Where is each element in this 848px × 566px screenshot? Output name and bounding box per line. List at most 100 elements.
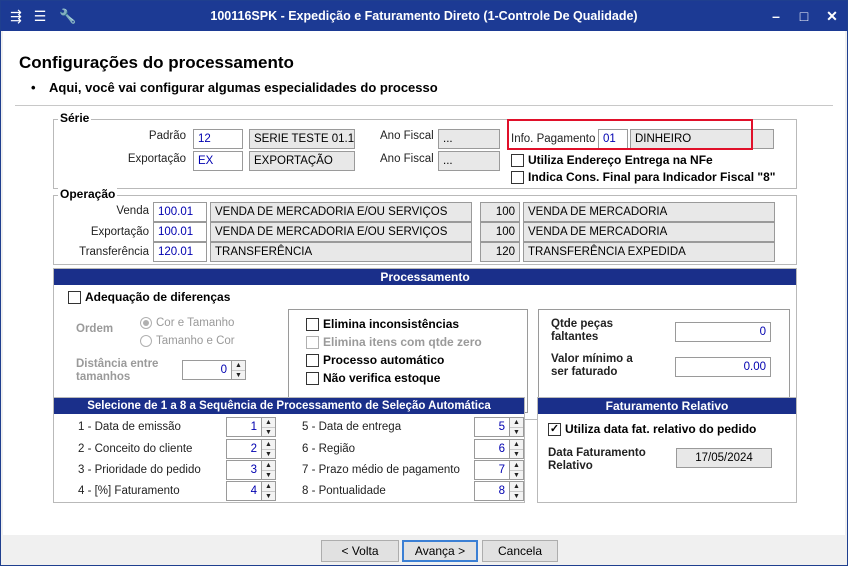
operacao-transferencia-code2: 120 bbox=[480, 242, 520, 262]
operacao-exportacao-desc: VENDA DE MERCADORIA E/OU SERVIÇOS bbox=[210, 222, 472, 242]
stepper-arrows[interactable]: ▲ ▼ bbox=[510, 460, 524, 480]
sequencia-item-6-value[interactable]: 6 bbox=[474, 439, 510, 459]
elimina-itens-checkbox[interactable]: Elimina itens com qtde zero bbox=[306, 335, 482, 349]
padrao-code-field[interactable]: 12 bbox=[193, 129, 243, 149]
stepper-arrows[interactable]: ▲ ▼ bbox=[262, 439, 276, 459]
sequencia-item-2-value[interactable]: 2 bbox=[226, 439, 262, 459]
utiliza-data-checkbox[interactable]: ✓ Utiliza data fat. relativo do pedido bbox=[548, 422, 756, 436]
minimize-icon[interactable]: – bbox=[765, 6, 787, 26]
page-title: Configurações do processamento bbox=[19, 53, 294, 72]
stepper-arrows[interactable]: ▲ ▼ bbox=[262, 460, 276, 480]
cancel-button[interactable]: Cancela bbox=[482, 540, 558, 562]
stepper-up-icon[interactable]: ▲ bbox=[510, 482, 523, 491]
distancia-label: Distância entre tamanhos bbox=[76, 358, 159, 383]
sequencia-item-1-value[interactable]: 1 bbox=[226, 417, 262, 437]
stepper-up-icon[interactable]: ▲ bbox=[232, 361, 245, 370]
utiliza-endereco-checkbox[interactable]: Utiliza Endereço Entrega na NFe bbox=[511, 153, 713, 167]
checkbox-box bbox=[306, 353, 319, 367]
checkbox-box bbox=[306, 317, 319, 331]
stepper-down-icon[interactable]: ▼ bbox=[510, 491, 523, 501]
checkbox-box bbox=[511, 153, 524, 167]
nao-verifica-label: Não verifica estoque bbox=[323, 371, 441, 385]
stepper-down-icon[interactable]: ▼ bbox=[262, 470, 275, 480]
operacao-exportacao-desc2: VENDA DE MERCADORIA bbox=[523, 222, 775, 242]
stepper-up-icon[interactable]: ▲ bbox=[262, 461, 275, 470]
data-faturamento-field[interactable]: 17/05/2024 bbox=[676, 448, 772, 468]
operacao-venda-label: Venda bbox=[116, 205, 149, 217]
qtde-pecas-label: Qtde peças faltantes bbox=[551, 318, 613, 343]
padrao-desc-field: SERIE TESTE 01.16 bbox=[249, 129, 355, 149]
stepper-arrows[interactable]: ▲ ▼ bbox=[510, 417, 524, 437]
stepper-up-icon[interactable]: ▲ bbox=[510, 418, 523, 427]
padrao-ano-label: Ano Fiscal bbox=[380, 130, 434, 142]
ordem-cor-tamanho-label: Cor e Tamanho bbox=[156, 317, 235, 329]
stepper-down-icon[interactable]: ▼ bbox=[510, 449, 523, 459]
faturamento-relativo-header: Faturamento Relativo bbox=[538, 398, 796, 414]
distancia-stepper[interactable]: 0 ▲ ▼ bbox=[182, 360, 246, 380]
sequencia-header: Selecione de 1 a 8 a Sequência de Proces… bbox=[54, 398, 524, 414]
adequacao-checkbox[interactable]: Adequação de diferenças bbox=[68, 290, 230, 304]
sequencia-item-3-value[interactable]: 3 bbox=[226, 460, 262, 480]
operacao-exportacao-code[interactable]: 100.01 bbox=[153, 222, 207, 242]
sequencia-item-8-label: 8 - Pontualidade bbox=[302, 485, 386, 497]
close-icon[interactable]: ✕ bbox=[821, 6, 843, 26]
padrao-ano-field[interactable]: ... bbox=[438, 129, 500, 149]
stepper-down-icon[interactable]: ▼ bbox=[262, 427, 275, 437]
sequencia-item-5-stepper[interactable]: 5 ▲ ▼ bbox=[474, 417, 524, 437]
valor-minimo-label: Valor mínimo a ser faturado bbox=[551, 353, 633, 378]
next-button[interactable]: Avança > bbox=[402, 540, 478, 562]
stepper-arrows[interactable]: ▲ ▼ bbox=[510, 439, 524, 459]
indica-cons-final-checkbox[interactable]: Indica Cons. Final para Indicador Fiscal… bbox=[511, 170, 775, 184]
sequencia-item-3-stepper[interactable]: 3 ▲ ▼ bbox=[226, 460, 276, 480]
operacao-venda-code[interactable]: 100.01 bbox=[153, 202, 207, 222]
processo-automatico-checkbox[interactable]: Processo automático bbox=[306, 353, 444, 367]
exportacao-ano-label: Ano Fiscal bbox=[380, 153, 434, 165]
sequencia-item-1-label: 1 - Data de emissão bbox=[78, 421, 181, 433]
operacao-exportacao-code2: 100 bbox=[480, 222, 520, 242]
stepper-up-icon[interactable]: ▲ bbox=[262, 418, 275, 427]
ordem-cor-tamanho-radio[interactable]: Cor e Tamanho bbox=[140, 317, 234, 329]
ordem-tamanho-cor-label: Tamanho e Cor bbox=[156, 335, 235, 347]
sequencia-item-6-stepper[interactable]: 6 ▲ ▼ bbox=[474, 439, 524, 459]
sequencia-item-5-label: 5 - Data de entrega bbox=[302, 421, 402, 433]
sequencia-item-7-value[interactable]: 7 bbox=[474, 460, 510, 480]
back-button[interactable]: < Volta bbox=[321, 540, 399, 562]
nao-verifica-checkbox[interactable]: Não verifica estoque bbox=[306, 371, 440, 385]
elimina-inconsistencias-checkbox[interactable]: Elimina inconsistências bbox=[306, 317, 459, 331]
sequencia-item-4-stepper[interactable]: 4 ▲ ▼ bbox=[226, 481, 276, 501]
stepper-up-icon[interactable]: ▲ bbox=[262, 482, 275, 491]
data-faturamento-label: Data Faturamento Relativo bbox=[548, 447, 646, 472]
stepper-arrows[interactable]: ▲ ▼ bbox=[262, 417, 276, 437]
exportacao-ano-field[interactable]: ... bbox=[438, 151, 500, 171]
operacao-venda-desc: VENDA DE MERCADORIA E/OU SERVIÇOS bbox=[210, 202, 472, 222]
ordem-tamanho-cor-radio[interactable]: Tamanho e Cor bbox=[140, 335, 235, 347]
sequencia-item-8-stepper[interactable]: 8 ▲ ▼ bbox=[474, 481, 524, 501]
sequencia-item-7-stepper[interactable]: 7 ▲ ▼ bbox=[474, 460, 524, 480]
stepper-up-icon[interactable]: ▲ bbox=[510, 440, 523, 449]
exportacao-code-field[interactable]: EX bbox=[193, 151, 243, 171]
stepper-down-icon[interactable]: ▼ bbox=[510, 427, 523, 437]
sequencia-item-1-stepper[interactable]: 1 ▲ ▼ bbox=[226, 417, 276, 437]
stepper-arrows[interactable]: ▲ ▼ bbox=[510, 481, 524, 501]
stepper-arrows[interactable]: ▲ ▼ bbox=[262, 481, 276, 501]
sequencia-item-2-stepper[interactable]: 2 ▲ ▼ bbox=[226, 439, 276, 459]
maximize-icon[interactable]: □ bbox=[793, 6, 815, 26]
valor-minimo-field[interactable]: 0.00 bbox=[675, 357, 771, 377]
sequencia-item-5-value[interactable]: 5 bbox=[474, 417, 510, 437]
ordem-label: Ordem bbox=[76, 323, 114, 335]
operacao-transferencia-code[interactable]: 120.01 bbox=[153, 242, 207, 262]
stepper-down-icon[interactable]: ▼ bbox=[262, 449, 275, 459]
stepper-up-icon[interactable]: ▲ bbox=[262, 440, 275, 449]
stepper-up-icon[interactable]: ▲ bbox=[510, 461, 523, 470]
sequencia-item-8-value[interactable]: 8 bbox=[474, 481, 510, 501]
radio-circle bbox=[140, 317, 152, 329]
stepper-down-icon[interactable]: ▼ bbox=[510, 470, 523, 480]
stepper-down-icon[interactable]: ▼ bbox=[232, 370, 245, 380]
sequencia-item-6-label: 6 - Região bbox=[302, 443, 356, 455]
sequencia-item-4-value[interactable]: 4 bbox=[226, 481, 262, 501]
qtde-pecas-field[interactable]: 0 bbox=[675, 322, 771, 342]
distancia-value[interactable]: 0 bbox=[182, 360, 232, 380]
stepper-arrows[interactable]: ▲ ▼ bbox=[232, 360, 246, 380]
serie-group-label: Série bbox=[58, 111, 92, 125]
stepper-down-icon[interactable]: ▼ bbox=[262, 491, 275, 501]
